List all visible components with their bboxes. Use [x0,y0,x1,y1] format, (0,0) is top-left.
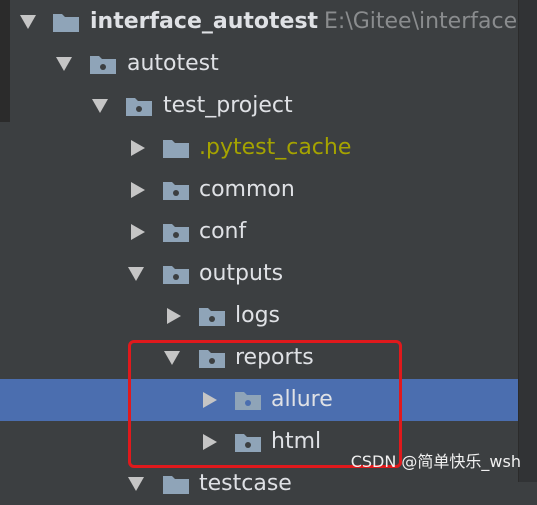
collapse-arrow-icon[interactable] [167,308,181,324]
folder-icon [199,308,225,326]
tree-item-label: common [199,177,295,202]
tree-row-conf[interactable]: conf [0,211,519,253]
folder-icon [126,98,152,116]
tree-item-label: conf [199,219,247,244]
tree-item-label: outputs [199,261,284,286]
tree-row-outputs[interactable]: outputs [0,253,519,295]
expand-arrow-icon[interactable] [20,15,36,29]
folder-icon [163,224,189,242]
tree-row-pytest-cache[interactable]: .pytest_cache [0,127,519,169]
expand-arrow-icon[interactable] [128,477,144,491]
folder-icon [90,56,116,74]
tree-row-test-project[interactable]: test_project [0,85,519,127]
folder-icon [163,476,189,494]
tree-row-common[interactable]: common [0,169,519,211]
project-tree: interface_autotest E:\Gitee\interface au… [0,0,537,496]
tree-item-label: testcase [199,471,292,496]
expand-arrow-icon[interactable] [128,267,144,281]
tree-item-label: interface_autotest [90,9,319,34]
expand-arrow-icon[interactable] [56,57,72,71]
tree-item-label: autotest [127,51,219,76]
tree-row-interface-autotest[interactable]: interface_autotest E:\Gitee\interface [0,1,519,43]
tree-item-label: logs [235,303,280,328]
project-path: E:\Gitee\interface [324,9,518,34]
editor-gutter [518,0,537,482]
tree-row-logs[interactable]: logs [0,295,519,337]
folder-icon [53,14,79,32]
folder-icon [163,266,189,284]
collapse-arrow-icon[interactable] [131,140,145,156]
expand-arrow-icon[interactable] [92,99,108,113]
watermark: CSDN @简单快乐_wsh [350,452,521,471]
folder-icon [163,140,189,158]
tree-row-autotest[interactable]: autotest [0,43,519,85]
collapse-arrow-icon[interactable] [131,224,145,240]
tree-item-label: test_project [163,93,293,118]
collapse-arrow-icon[interactable] [131,182,145,198]
tree-item-label: .pytest_cache [199,135,352,160]
folder-icon [163,182,189,200]
